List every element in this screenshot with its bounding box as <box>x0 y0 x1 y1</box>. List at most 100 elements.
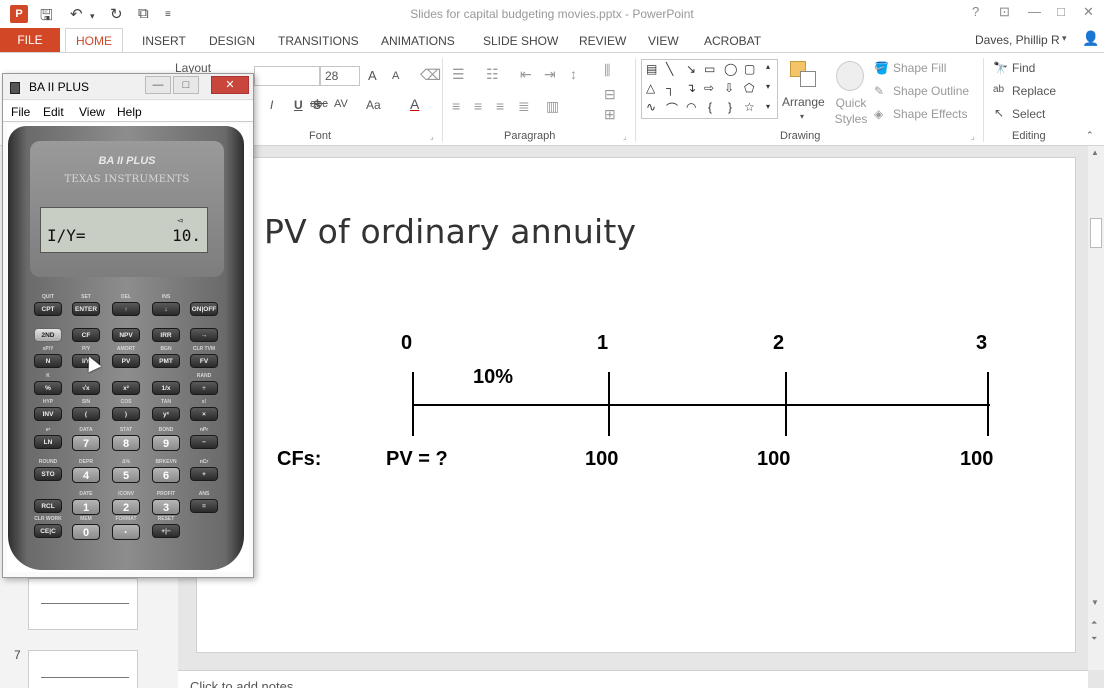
right-brace-shape-icon[interactable]: } <box>728 100 732 114</box>
previous-slide-icon[interactable]: ⏶ <box>1091 618 1097 628</box>
calculator-key[interactable]: NPV <box>112 328 140 342</box>
freeform-shape-icon[interactable]: ∿ <box>646 100 656 114</box>
font-dialog-launcher-icon[interactable]: ⌟ <box>430 132 434 141</box>
calculator-key[interactable]: 4 <box>72 467 100 483</box>
calculator-key[interactable]: 1 <box>72 499 100 515</box>
drawing-dialog-launcher-icon[interactable]: ⌟ <box>971 132 975 141</box>
tab-insert[interactable]: INSERT <box>142 34 186 48</box>
tab-slide-show[interactable]: SLIDE SHOW <box>483 34 558 48</box>
bullets-icon[interactable]: ☰ <box>452 66 465 83</box>
shape-outline-button[interactable]: Shape Outline <box>893 84 969 98</box>
decrease-indent-icon[interactable]: ⇤ <box>520 66 532 83</box>
increase-indent-icon[interactable]: ⇥ <box>544 66 556 83</box>
calculator-key[interactable]: = <box>190 499 218 513</box>
notes-pane[interactable]: Click to add notes <box>178 670 1088 688</box>
shape-effects-button[interactable]: Shape Effects <box>893 107 968 121</box>
calculator-key[interactable]: ↑ <box>112 302 140 316</box>
numbering-icon[interactable]: ☷ <box>486 66 499 83</box>
calculator-close-icon[interactable]: ✕ <box>211 76 249 94</box>
text-direction-icon[interactable]: ⫼ <box>604 62 610 79</box>
tab-transitions[interactable]: TRANSITIONS <box>278 34 359 48</box>
arrow-line-shape-icon[interactable]: ↘ <box>686 62 696 76</box>
rounded-rect-shape-icon[interactable]: ▢ <box>744 62 755 76</box>
strikethrough-button[interactable]: abc <box>310 98 328 110</box>
font-name-box[interactable] <box>254 66 320 86</box>
line-shape-icon[interactable]: ╲ <box>666 62 673 76</box>
triangle-shape-icon[interactable]: △ <box>646 81 655 95</box>
calculator-key[interactable]: PV <box>112 354 140 368</box>
help-icon[interactable]: ? <box>972 4 979 19</box>
star-shape-icon[interactable]: ☆ <box>744 100 755 114</box>
maximize-icon[interactable]: □ <box>1057 4 1065 19</box>
ribbon-display-icon[interactable]: ⊡ <box>999 4 1010 20</box>
calculator-maximize-icon[interactable]: □ <box>173 76 199 94</box>
arrange-button[interactable]: Arrange <box>782 95 825 109</box>
calculator-key[interactable]: · <box>112 524 140 540</box>
slide-title[interactable]: PV of ordinary annuity <box>264 212 636 251</box>
tab-home[interactable]: HOME <box>65 28 123 53</box>
collapse-ribbon-icon[interactable]: ⌃ <box>1086 130 1094 141</box>
tab-acrobat[interactable]: ACROBAT <box>704 34 761 48</box>
calculator-key[interactable]: CE|C <box>34 524 62 538</box>
notes-placeholder[interactable]: Click to add notes <box>190 679 293 688</box>
text-box-shape-icon[interactable]: ▤ <box>646 62 657 76</box>
calculator-key[interactable]: ) <box>112 407 140 421</box>
find-button[interactable]: Find <box>1012 61 1035 75</box>
gallery-down-icon[interactable]: ▾ <box>766 82 770 91</box>
calculator-key[interactable]: 5 <box>112 467 140 483</box>
tab-design[interactable]: DESIGN <box>209 34 255 48</box>
scroll-up-icon[interactable]: ▲ <box>1091 148 1099 157</box>
slide-thumbnail[interactable] <box>28 650 138 688</box>
calculator-key[interactable]: + <box>190 467 218 481</box>
paragraph-dialog-launcher-icon[interactable]: ⌟ <box>623 132 627 141</box>
change-case-button[interactable]: Aa <box>366 98 381 112</box>
calculator-title-bar[interactable]: BA II PLUS — □ ✕ <box>3 74 253 100</box>
arrange-dropdown-icon[interactable]: ▾ <box>800 112 804 121</box>
user-account[interactable]: Daves, Phillip R <box>975 33 1060 47</box>
elbow-arrow-icon[interactable]: ↴ <box>686 81 696 95</box>
select-button[interactable]: Select <box>1012 107 1045 121</box>
tab-review[interactable]: REVIEW <box>579 34 626 48</box>
scroll-down-icon[interactable]: ▼ <box>1091 598 1099 607</box>
calculator-minimize-icon[interactable]: — <box>145 76 171 94</box>
scroll-thumb[interactable] <box>1090 218 1102 248</box>
calculator-key[interactable]: 1/x <box>152 381 180 395</box>
calculator-key[interactable]: √x <box>72 381 100 395</box>
calculator-key[interactable]: % <box>34 381 62 395</box>
tab-animations[interactable]: ANIMATIONS <box>381 34 455 48</box>
gallery-up-icon[interactable]: ▴ <box>766 62 770 71</box>
arrange-icon[interactable] <box>790 61 820 91</box>
minimize-icon[interactable]: — <box>1028 4 1041 19</box>
calculator-key[interactable]: → <box>190 328 218 342</box>
calculator-key[interactable]: 0 <box>72 524 100 540</box>
pentagon-shape-icon[interactable]: ⬠ <box>744 81 754 95</box>
close-icon[interactable]: ✕ <box>1083 4 1094 20</box>
calculator-key[interactable]: 6 <box>152 467 180 483</box>
calculator-key[interactable]: 8 <box>112 435 140 451</box>
calculator-key[interactable]: INV <box>34 407 62 421</box>
menu-file[interactable]: File <box>11 105 30 119</box>
calculator-key[interactable]: CPT <box>34 302 62 316</box>
replace-button[interactable]: Replace <box>1012 84 1056 98</box>
calculator-key[interactable]: FV <box>190 354 218 368</box>
font-size-box[interactable]: 28 <box>320 66 360 86</box>
calculator-key[interactable]: 9 <box>152 435 180 451</box>
rectangle-shape-icon[interactable]: ▭ <box>704 62 715 76</box>
calculator-key[interactable]: IRR <box>152 328 180 342</box>
underline-button[interactable]: U <box>294 98 303 112</box>
calculator-key[interactable]: 2ND <box>34 328 62 342</box>
calculator-key[interactable]: STO <box>34 467 62 481</box>
char-spacing-button[interactable]: AV <box>334 98 348 110</box>
calculator-key[interactable]: PMT <box>152 354 180 368</box>
justify-icon[interactable]: ≣ <box>518 98 530 115</box>
columns-icon[interactable]: ▥ <box>546 98 559 115</box>
align-left-icon[interactable]: ≡ <box>452 98 460 114</box>
avatar[interactable]: 👤 <box>1082 30 1099 47</box>
calculator-key[interactable]: × <box>190 407 218 421</box>
calculator-key[interactable]: ÷ <box>190 381 218 395</box>
calculator-key[interactable]: RCL <box>34 499 62 513</box>
arc-shape-icon[interactable]: ◠ <box>686 100 696 114</box>
oval-shape-icon[interactable]: ◯ <box>724 62 737 76</box>
font-color-button[interactable]: A <box>410 96 419 112</box>
italic-button[interactable]: I <box>270 98 273 112</box>
